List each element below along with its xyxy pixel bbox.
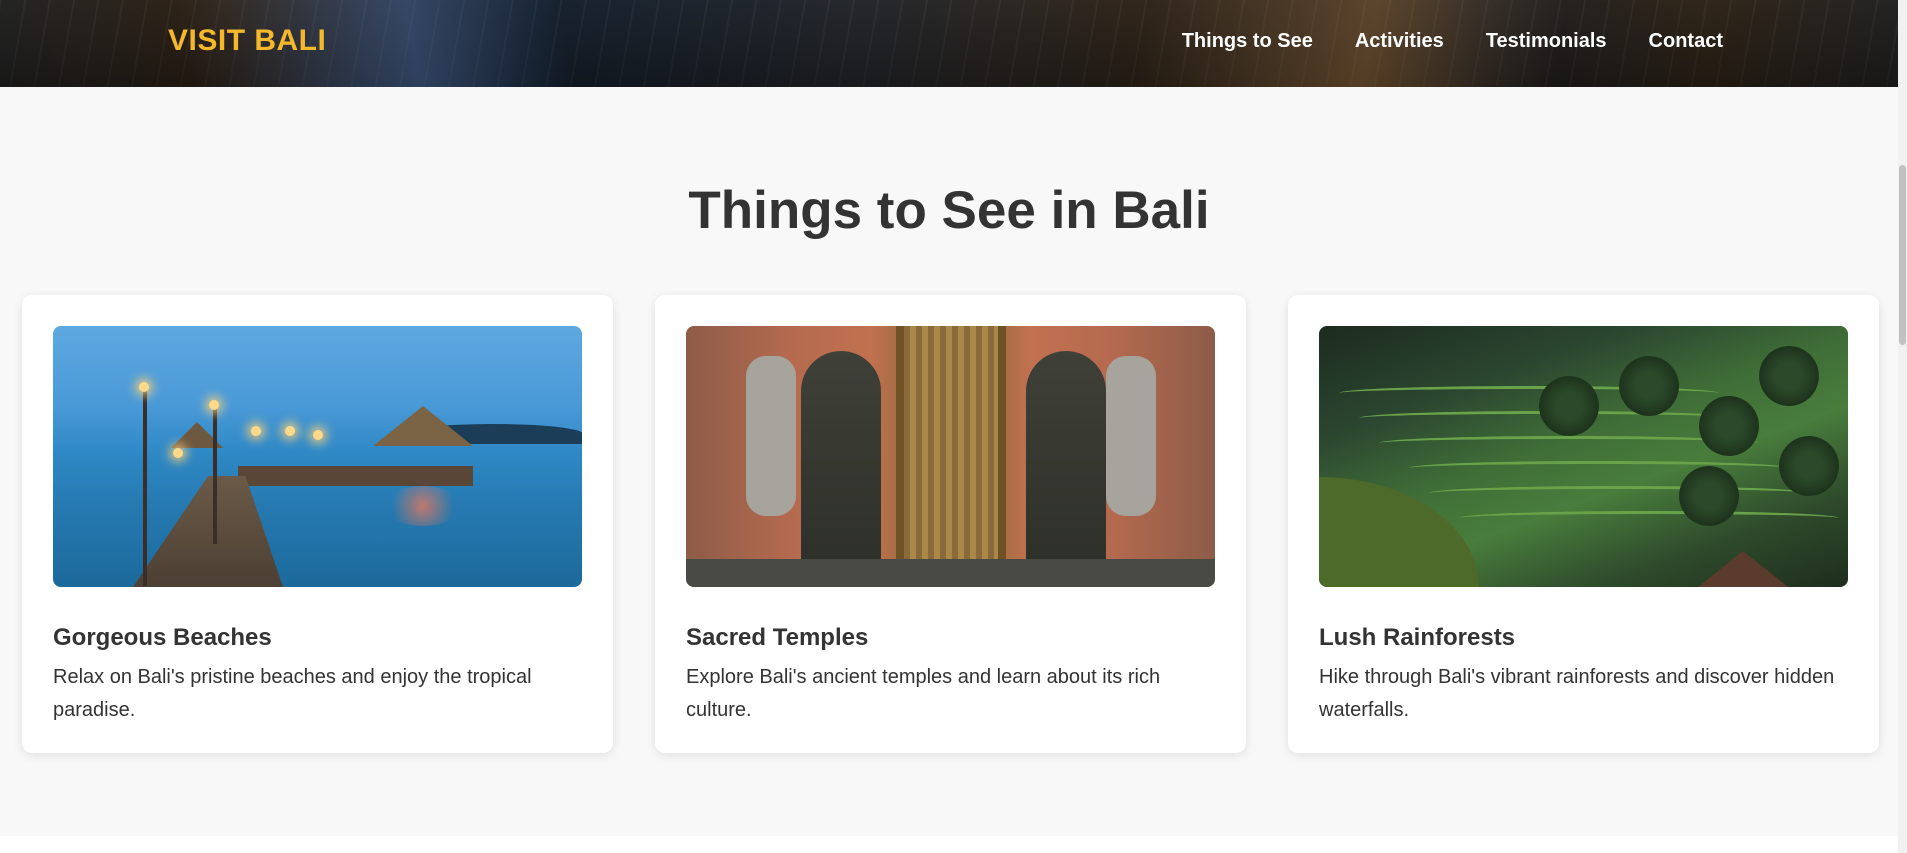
nav-link-contact[interactable]: Contact bbox=[1649, 30, 1723, 53]
card-title: Lush Rainforests bbox=[1319, 624, 1516, 651]
rainforest-terrace-image bbox=[1319, 326, 1848, 587]
card-temples: Sacred Temples Explore Bali's ancient te… bbox=[655, 295, 1246, 753]
card-text: Hike through Bali's vibrant rainforests … bbox=[1319, 666, 1835, 721]
nav-link-activities[interactable]: Activities bbox=[1355, 30, 1444, 53]
section-title: Things to See in Bali bbox=[688, 181, 1210, 240]
card-text: Explore Bali's ancient temples and learn… bbox=[686, 666, 1161, 721]
card-beaches: Gorgeous Beaches Relax on Bali's pristin… bbox=[22, 295, 613, 753]
cards-grid: Gorgeous Beaches Relax on Bali's pristin… bbox=[22, 295, 1879, 753]
card-title: Sacred Temples bbox=[686, 624, 869, 651]
logo[interactable]: VISIT BALI bbox=[168, 24, 326, 58]
next-section-edge bbox=[0, 836, 1898, 853]
temple-gate-image bbox=[686, 326, 1215, 587]
nav-link-testimonials[interactable]: Testimonials bbox=[1486, 30, 1607, 53]
nav-link-things-to-see[interactable]: Things to See bbox=[1182, 30, 1313, 53]
card-text: Relax on Bali's pristine beaches and enj… bbox=[53, 666, 532, 721]
site-header: VISIT BALI Things to See Activities Test… bbox=[0, 0, 1898, 87]
page-scrollbar[interactable] bbox=[1898, 0, 1907, 853]
page: VISIT BALI Things to See Activities Test… bbox=[0, 0, 1907, 853]
beach-pier-image bbox=[53, 326, 582, 587]
main-nav: Things to See Activities Testimonials Co… bbox=[1182, 30, 1723, 53]
card-rainforests: Lush Rainforests Hike through Bali's vib… bbox=[1288, 295, 1879, 753]
scrollbar-thumb[interactable] bbox=[1899, 165, 1906, 345]
card-title: Gorgeous Beaches bbox=[53, 624, 272, 651]
